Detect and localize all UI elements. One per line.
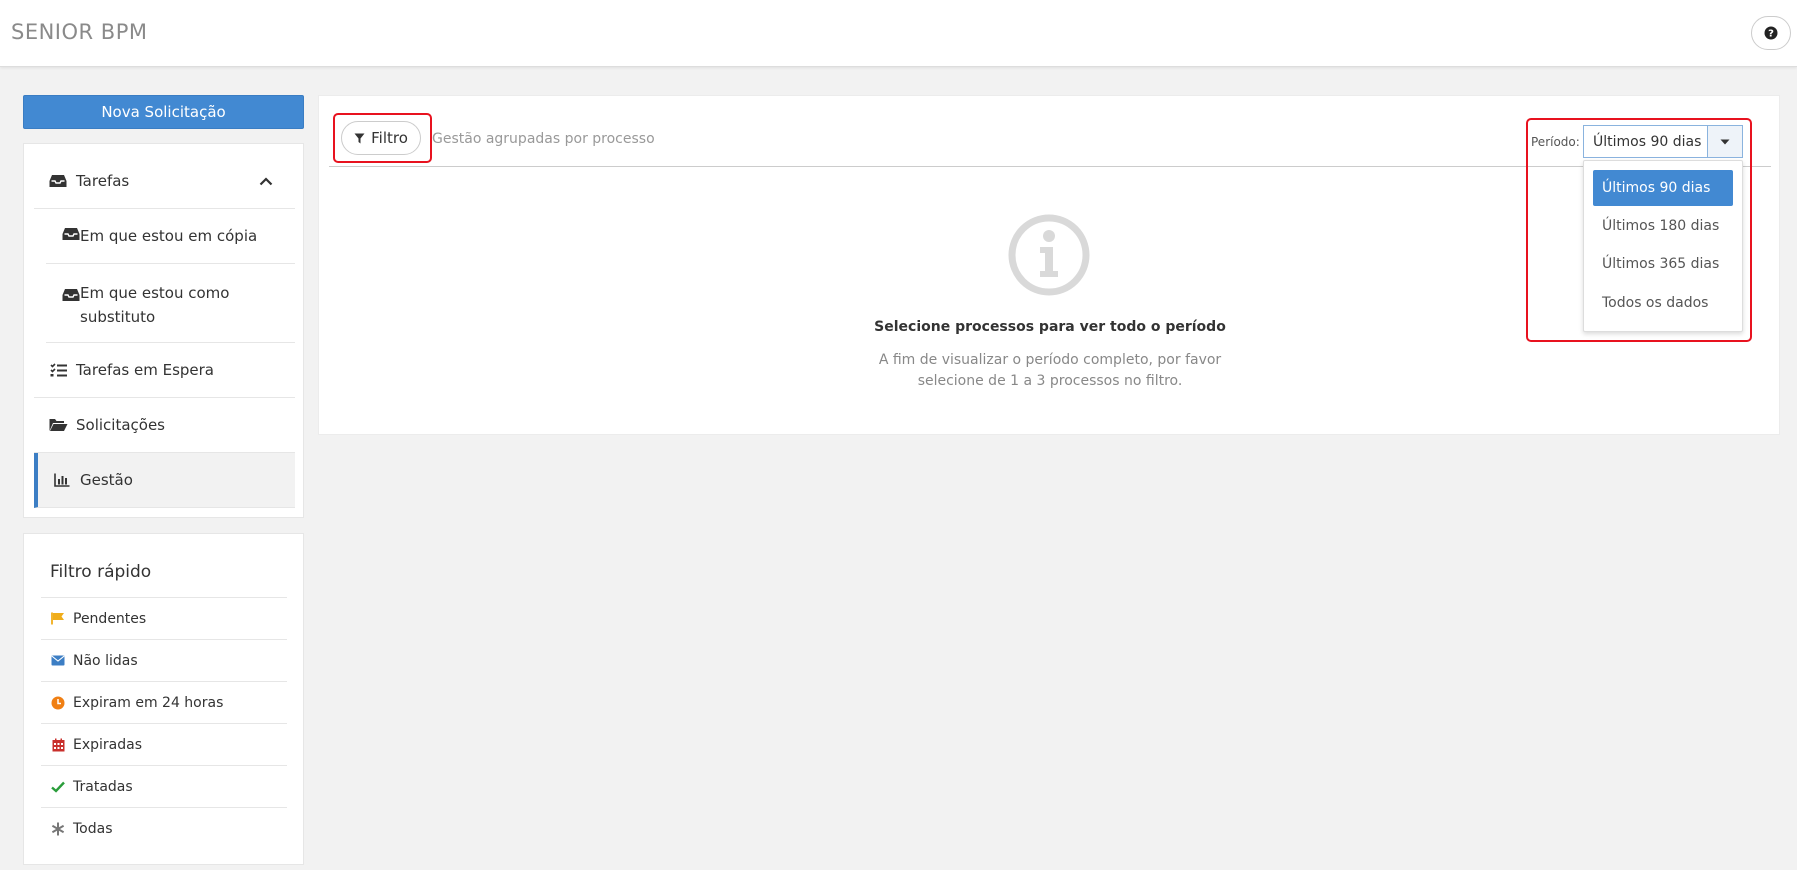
- app-brand: SENIOR BPM: [11, 20, 148, 44]
- period-selected-value: Últimos 90 dias: [1593, 133, 1702, 150]
- sidebar-item-tasks[interactable]: Tarefas: [34, 154, 295, 209]
- sidebar-item-tasks-substitute[interactable]: Em que estou como substituto: [46, 264, 295, 343]
- quick-filter-expired[interactable]: Expiradas: [41, 723, 287, 765]
- quick-filter-panel: Filtro rápido Pendentes Não lidas Expira…: [23, 533, 304, 865]
- period-option-90[interactable]: Últimos 90 dias: [1593, 170, 1733, 206]
- sidebar-item-waiting[interactable]: Tarefas em Espera: [34, 343, 295, 398]
- period-dropdown-menu: Últimos 90 dias Últimos 180 dias Últimos…: [1583, 160, 1743, 332]
- quick-filter-all[interactable]: Todas: [41, 807, 287, 849]
- inbox-icon: [48, 174, 68, 188]
- filter-icon: [354, 133, 365, 143]
- flag-icon: [50, 612, 66, 625]
- info-circle-icon: [1007, 213, 1091, 301]
- inbox-icon: [62, 285, 80, 309]
- quick-filter-label: Pendentes: [73, 610, 147, 627]
- quick-filter-label: Não lidas: [73, 652, 138, 669]
- folder-open-icon: [48, 418, 68, 432]
- clock-icon: [50, 696, 66, 710]
- sidebar-item-label: Em que estou como substituto: [80, 284, 230, 326]
- caret-down-icon[interactable]: [1707, 126, 1742, 157]
- group-description: Gestão agrupadas por processo: [432, 131, 655, 147]
- envelope-icon: [50, 655, 66, 666]
- sidebar-item-label: Gestão: [80, 471, 133, 489]
- period-select[interactable]: Últimos 90 dias: [1583, 125, 1743, 158]
- quick-filter-unread[interactable]: Não lidas: [41, 639, 287, 681]
- quick-filter-expiring[interactable]: Expiram em 24 horas: [41, 681, 287, 723]
- new-request-button[interactable]: Nova Solicitação: [23, 95, 304, 129]
- chevron-up-icon[interactable]: [259, 176, 273, 186]
- quick-filter-label: Todas: [73, 820, 113, 837]
- period-option-180[interactable]: Últimos 180 dias: [1593, 208, 1733, 244]
- filter-button-label: Filtro: [371, 129, 408, 147]
- tasks-list-icon: [48, 363, 68, 377]
- quick-filter-title: Filtro rápido: [50, 562, 152, 582]
- calendar-icon: [50, 738, 66, 752]
- quick-filter-pending[interactable]: Pendentes: [41, 597, 287, 639]
- inbox-icon: [62, 224, 80, 248]
- sidebar-item-tasks-copy[interactable]: Em que estou em cópia: [46, 209, 295, 264]
- asterisk-icon: [50, 822, 66, 836]
- bar-chart-icon: [52, 473, 72, 487]
- sidebar-item-label: Em que estou em cópia: [80, 227, 258, 245]
- help-button[interactable]: ?: [1751, 16, 1791, 50]
- period-option-365[interactable]: Últimos 365 dias: [1593, 246, 1733, 282]
- filter-button[interactable]: Filtro: [341, 121, 421, 155]
- sidebar-item-label: Solicitações: [76, 416, 165, 434]
- sidebar-item-label: Tarefas em Espera: [76, 361, 215, 379]
- svg-text:?: ?: [1768, 29, 1774, 40]
- sidebar-item-requests[interactable]: Solicitações: [34, 398, 295, 453]
- sidebar-item-management[interactable]: Gestão: [34, 453, 295, 508]
- quick-filter-handled[interactable]: Tratadas: [41, 765, 287, 807]
- quick-filter-label: Expiram em 24 horas: [73, 694, 224, 711]
- question-circle-icon: ?: [1764, 26, 1778, 40]
- period-option-all[interactable]: Todos os dados: [1593, 285, 1733, 321]
- sidebar-item-label: Tarefas: [76, 172, 130, 190]
- nav-panel: Tarefas Em que estou em cópia Em que est…: [23, 143, 304, 518]
- quick-filter-label: Expiradas: [73, 736, 143, 753]
- check-icon: [50, 781, 66, 793]
- quick-filter-label: Tratadas: [73, 778, 133, 795]
- empty-state-description: A fim de visualizar o período completo, …: [878, 352, 1222, 389]
- top-bar: SENIOR BPM ?: [0, 0, 1797, 67]
- period-label: Período:: [1531, 135, 1580, 149]
